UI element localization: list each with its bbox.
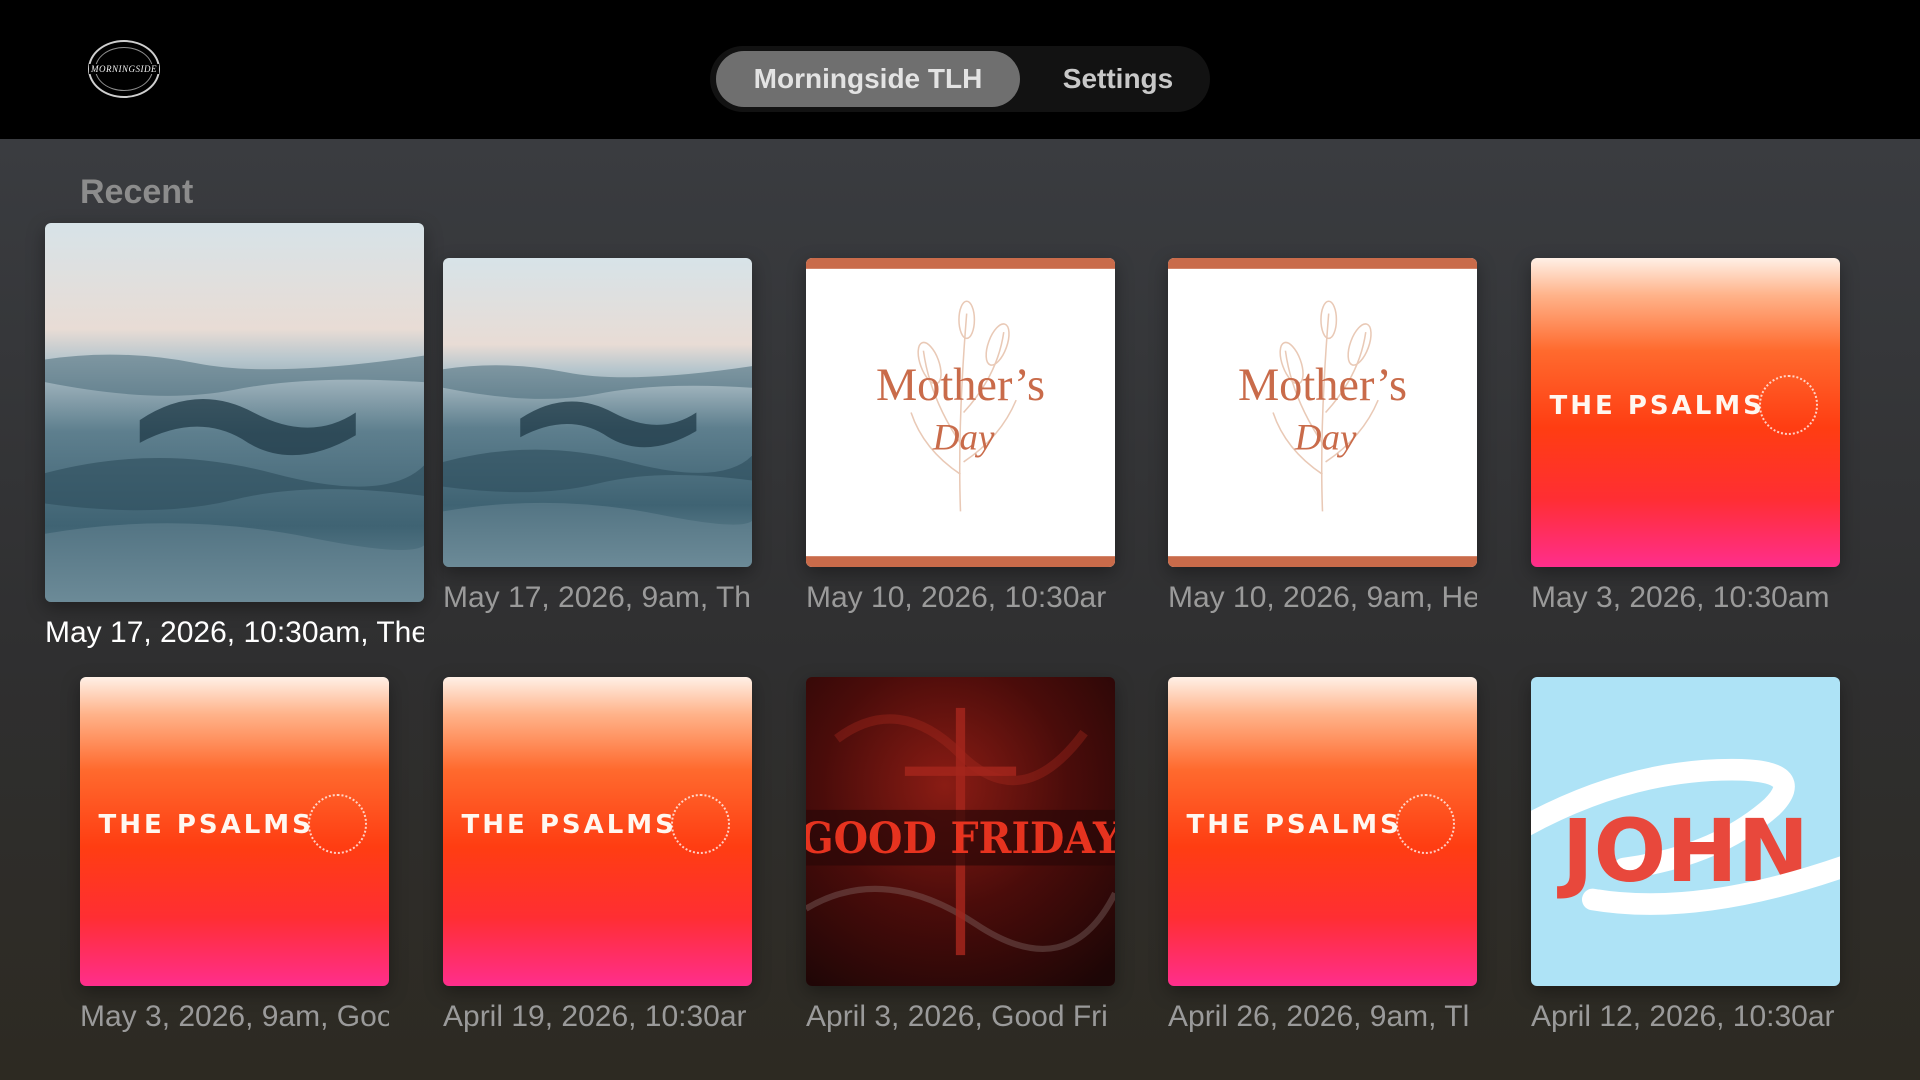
ocean-waves-artwork bbox=[443, 258, 752, 567]
svg-text:Mother’s: Mother’s bbox=[876, 360, 1045, 411]
mothers-day-artwork: Mother’s Day bbox=[806, 258, 1115, 567]
media-caption: April 12, 2026, 10:30ar bbox=[1531, 1000, 1835, 1033]
logo-text: MORNINGSIDE bbox=[89, 64, 159, 74]
mothers-day-artwork: Mother’s Day bbox=[1168, 258, 1477, 567]
media-caption: April 26, 2026, 9am, Tl bbox=[1168, 1000, 1470, 1033]
media-caption: April 3, 2026, Good Fri bbox=[806, 1000, 1108, 1033]
svg-text:Day: Day bbox=[932, 418, 995, 459]
svg-text:Mother’s: Mother’s bbox=[1238, 360, 1407, 411]
media-caption: May 10, 2026, 9am, He bbox=[1168, 581, 1477, 614]
ocean-waves-artwork bbox=[45, 223, 424, 602]
media-caption: April 19, 2026, 10:30ar bbox=[443, 1000, 747, 1033]
tab-settings[interactable]: Settings bbox=[1030, 51, 1206, 107]
john-artwork: JOHN bbox=[1531, 677, 1840, 986]
section-title: Recent bbox=[80, 173, 194, 211]
the-psalms-artwork: THE PSALMS bbox=[1531, 258, 1840, 567]
media-caption: May 10, 2026, 10:30ar bbox=[806, 581, 1107, 614]
content-area: Recent May 17, 2026, 10:30am, The May 17… bbox=[0, 139, 1920, 1080]
good-friday-artwork: GOOD FRIDAY bbox=[806, 677, 1115, 986]
media-caption: May 3, 2026, 9am, Goo bbox=[80, 1000, 389, 1033]
the-psalms-artwork: THE PSALMS bbox=[80, 677, 389, 986]
the-psalms-artwork: THE PSALMS bbox=[443, 677, 752, 986]
tab-bar: Morningside TLH Settings bbox=[710, 46, 1210, 112]
church-logo: MORNINGSIDE bbox=[88, 40, 160, 98]
the-psalms-artwork: THE PSALMS bbox=[1168, 677, 1477, 986]
top-bar: MORNINGSIDE Morningside TLH Settings bbox=[0, 0, 1920, 139]
media-caption: May 17, 2026, 10:30am, The bbox=[45, 616, 424, 649]
svg-text:GOOD FRIDAY: GOOD FRIDAY bbox=[806, 813, 1115, 864]
tab-morningside-tlh[interactable]: Morningside TLH bbox=[716, 51, 1020, 107]
media-caption: May 17, 2026, 9am, Th bbox=[443, 581, 751, 614]
svg-text:Day: Day bbox=[1294, 418, 1357, 459]
media-caption: May 3, 2026, 10:30am bbox=[1531, 581, 1830, 614]
